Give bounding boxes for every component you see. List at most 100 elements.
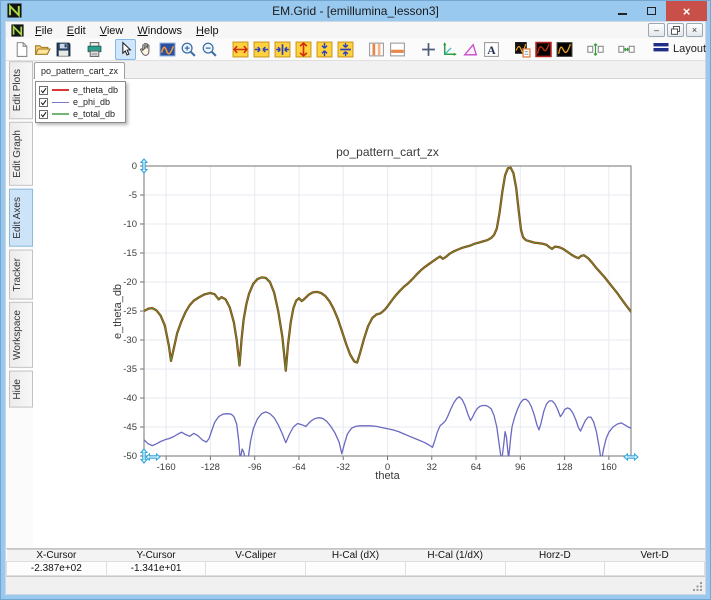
pan-icon (138, 41, 155, 58)
child-minimize-button[interactable]: – (648, 23, 665, 37)
split-vertical-icon (368, 41, 385, 58)
legend-line-swatch (52, 113, 69, 115)
text-icon: A (483, 41, 500, 58)
check-icon (40, 98, 47, 107)
legend-checkbox[interactable] (39, 98, 48, 107)
plot-canvas[interactable]: e_theta_dbe_phi_dbe_total_db po_pattern_… (33, 79, 705, 548)
legend-line-swatch (52, 89, 69, 91)
legend-checkbox[interactable] (39, 110, 48, 119)
print-button[interactable] (84, 39, 105, 60)
svg-text:A: A (487, 43, 496, 56)
resize-grip[interactable] (693, 582, 703, 592)
text-button[interactable]: A (481, 39, 502, 60)
pointer-button[interactable] (115, 39, 136, 60)
axes-button[interactable] (439, 39, 460, 60)
pan-button[interactable] (136, 39, 157, 60)
status-value: -2.387e+02 (7, 562, 107, 576)
plot-dark-red-button[interactable] (533, 39, 554, 60)
plot-dark-yellow-button[interactable] (554, 39, 575, 60)
title-bar[interactable]: EM.Grid - [emillumina_lesson3] × (1, 1, 710, 21)
open-file-button[interactable] (32, 39, 53, 60)
menu-windows[interactable]: Windows (130, 25, 189, 37)
horizontal-spacing-icon (618, 41, 635, 58)
close-icon: × (683, 5, 691, 18)
menu-file[interactable]: File (28, 25, 60, 37)
child-close-button[interactable]: × (686, 23, 703, 37)
horizontal-spacing-button[interactable] (616, 39, 637, 60)
expand-x-button[interactable] (230, 39, 251, 60)
print-icon (86, 41, 103, 58)
crosshair-button[interactable] (418, 39, 439, 60)
cursor-readout-table: X-CursorY-CursorV-CaliperH-Cal (dX)H-Cal… (6, 549, 705, 576)
save-file-button[interactable] (53, 39, 74, 60)
sidebar-tab-edit-graph[interactable]: Edit Graph (9, 122, 33, 186)
plot-zoom-button[interactable] (157, 39, 178, 60)
expand-y-button[interactable] (293, 39, 314, 60)
plot-area[interactable]: -160-128-96-64-3203264961281600-5-10-15-… (106, 139, 666, 479)
minimize-button[interactable] (608, 1, 637, 21)
x-axis-label: theta (144, 470, 631, 482)
document-tab[interactable]: po_pattern_cart_zx (34, 62, 125, 79)
status-value (206, 562, 306, 576)
status-value (605, 562, 705, 576)
layout-label: Layout (673, 43, 706, 55)
fit-y-icon (337, 41, 354, 58)
legend-label: e_phi_db (73, 97, 110, 107)
menu-help[interactable]: Help (189, 25, 226, 37)
plot-dark-yellow-icon (556, 41, 573, 58)
x-axis-handle-left[interactable] (146, 454, 160, 460)
app-window: EM.Grid - [emillumina_lesson3] × FileEdi… (0, 0, 711, 600)
svg-text:-40: -40 (123, 393, 137, 404)
fit-y-button[interactable] (335, 39, 356, 60)
svg-text:-10: -10 (123, 219, 137, 230)
child-restore-button[interactable] (667, 23, 684, 37)
sidebar-tab-tracker[interactable]: Tracker (9, 250, 33, 300)
split-horizontal-icon (389, 41, 406, 58)
overlay-plot-button[interactable] (512, 39, 533, 60)
legend-checkbox[interactable] (39, 86, 48, 95)
sidebar-tab-workspace[interactable]: Workspace (9, 302, 33, 368)
vertical-spacing-icon (587, 41, 604, 58)
zoom-in-button[interactable] (178, 39, 199, 60)
expand-x-icon (232, 41, 249, 58)
axes-icon (441, 41, 458, 58)
document-logo-icon (11, 24, 24, 37)
menu-edit[interactable]: Edit (60, 25, 93, 37)
split-vertical-button[interactable] (366, 39, 387, 60)
status-value: -1.341e+01 (106, 562, 206, 576)
maximize-button[interactable] (637, 1, 666, 21)
status-value (505, 562, 605, 576)
layout-menu-button[interactable]: Layout ▾ (647, 39, 711, 59)
toolbar: A Layout ▾ (6, 38, 705, 61)
angle-button[interactable] (460, 39, 481, 60)
sidebar-tab-hide[interactable]: Hide (9, 371, 33, 408)
open-file-icon (34, 41, 51, 58)
legend-item: e_theta_db (39, 84, 118, 96)
close-button[interactable]: × (666, 1, 707, 21)
fit-x-icon (274, 41, 291, 58)
sidebar-tab-rail: Edit Plots Edit Graph Edit Axes TrackerWork… (6, 61, 33, 548)
restore-icon (671, 26, 680, 35)
vertical-spacing-button[interactable] (585, 39, 606, 60)
minimize-icon (618, 13, 627, 15)
check-icon (40, 110, 47, 119)
zoom-out-button[interactable] (199, 39, 220, 60)
status-bar (6, 576, 705, 594)
status-value (306, 562, 406, 576)
pointer-icon (117, 41, 134, 58)
split-horizontal-button[interactable] (387, 39, 408, 60)
grid-lines (144, 166, 631, 456)
shrink-y-button[interactable] (314, 39, 335, 60)
check-icon (40, 86, 47, 95)
status-header: Horz-D (505, 550, 605, 562)
new-file-button[interactable] (11, 39, 32, 60)
sidebar-tab-edit-plots[interactable]: Edit Plots (9, 61, 33, 119)
expand-y-icon (295, 41, 312, 58)
shrink-y-icon (316, 41, 333, 58)
menu-view[interactable]: View (93, 25, 131, 37)
status-value (405, 562, 505, 576)
fit-x-button[interactable] (272, 39, 293, 60)
shrink-x-button[interactable] (251, 39, 272, 60)
sidebar-tab-edit-axes[interactable]: Edit Axes (9, 189, 33, 247)
window-bottom-border (1, 595, 710, 599)
